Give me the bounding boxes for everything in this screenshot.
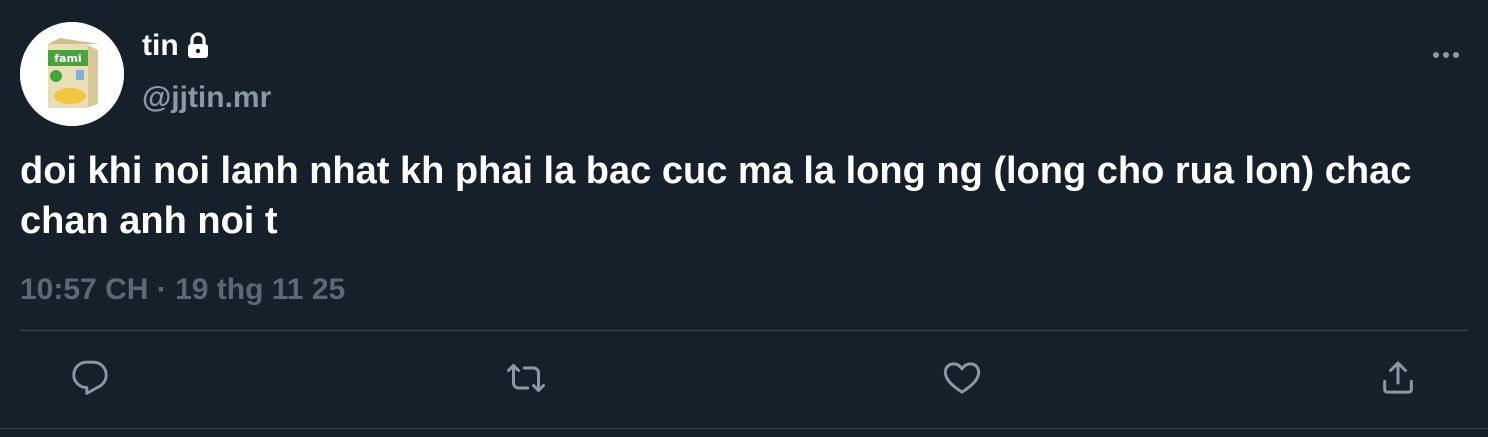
share-icon (1383, 361, 1413, 394)
share-button[interactable] (1378, 358, 1418, 398)
reply-button[interactable] (70, 358, 110, 398)
reply-icon (72, 360, 108, 395)
avatar-brand-text: fami (54, 52, 81, 65)
tweet-time[interactable]: 10:57 CH (20, 273, 148, 306)
lock-icon (185, 32, 211, 60)
display-name[interactable]: tin (142, 28, 179, 64)
fami-milk-carton-avatar-icon: fami (20, 22, 124, 126)
more-button[interactable] (1428, 40, 1464, 70)
user-handle[interactable]: @jjtin.mr (142, 80, 271, 116)
tweet-date[interactable]: 19 thg 11 25 (175, 273, 345, 306)
bottom-divider (0, 428, 1488, 429)
tweet-meta: 10:57 CH · 19 thg 11 25 (20, 270, 345, 310)
retweet-icon (507, 364, 545, 392)
meta-separator: · (156, 273, 167, 306)
heart-icon (943, 362, 981, 394)
more-icon (1433, 52, 1459, 58)
avatar[interactable]: fami (20, 22, 124, 126)
tweet-card: fami tin @jjtin.mr doi khi noi lanh nhat… (0, 0, 1488, 437)
tweet-text: doi khi noi lanh nhat kh phai la bac cuc… (20, 150, 1412, 242)
retweet-button[interactable] (506, 358, 546, 398)
display-name-row[interactable]: tin (142, 28, 211, 64)
divider (20, 330, 1468, 331)
like-button[interactable] (942, 358, 982, 398)
